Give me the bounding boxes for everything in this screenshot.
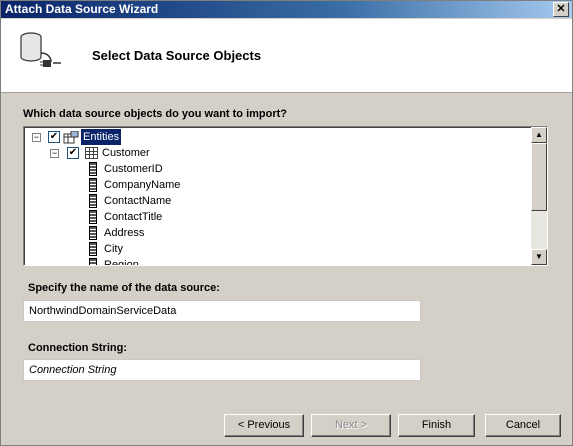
datasource-name-label: Specify the name of the data source: [28, 282, 220, 294]
connection-string-input[interactable]: Connection String [23, 359, 421, 381]
tree-node-customer[interactable]: − ✔ Customer [24, 145, 531, 161]
scroll-thumb[interactable] [531, 143, 547, 211]
tree-label-field[interactable]: Region [104, 257, 139, 265]
scroll-up-button[interactable]: ▲ [531, 127, 547, 143]
entities-checkbox[interactable]: ✔ [48, 131, 60, 143]
tree-label-field[interactable]: Address [104, 225, 144, 241]
tree-label-customer[interactable]: Customer [102, 145, 150, 161]
tree-label-entities[interactable]: Entities [81, 129, 122, 145]
wizard-header: Select Data Source Objects [1, 19, 572, 93]
tree-node-field[interactable]: Region [24, 257, 531, 265]
field-icon [89, 210, 97, 224]
tree-node-entities[interactable]: − ✔ Entities [24, 129, 531, 145]
tree-node-field[interactable]: ContactTitle [24, 209, 531, 225]
objects-label: Which data source objects do you want to… [23, 108, 288, 120]
table-icon [85, 147, 98, 159]
collapse-icon[interactable]: − [50, 149, 59, 158]
close-button[interactable]: ✕ [553, 2, 569, 17]
next-button[interactable]: Next > [311, 414, 391, 437]
previous-button[interactable]: < Previous [224, 414, 304, 437]
arrow-down-icon: ▼ [535, 252, 543, 261]
field-icon [89, 242, 97, 256]
tree-label-field[interactable]: ContactTitle [104, 209, 162, 225]
window-title: Attach Data Source Wizard [5, 2, 159, 16]
entities-icon [63, 131, 79, 144]
customer-checkbox[interactable]: ✔ [67, 147, 79, 159]
tree-node-field[interactable]: Address [24, 225, 531, 241]
database-plug-icon [20, 32, 61, 67]
scroll-down-button[interactable]: ▼ [531, 249, 547, 265]
arrow-up-icon: ▲ [535, 130, 543, 139]
tree-scrollbar[interactable]: ▲ ▼ [531, 127, 547, 265]
tree-label-field[interactable]: CustomerID [104, 161, 163, 177]
field-icon [89, 194, 97, 208]
field-icon [89, 226, 97, 240]
tree-node-field[interactable]: CustomerID [24, 161, 531, 177]
finish-button[interactable]: Finish [398, 414, 475, 437]
field-icon [89, 258, 97, 265]
close-icon: ✕ [556, 3, 566, 15]
tree-label-field[interactable]: City [104, 241, 123, 257]
field-icon [89, 162, 97, 176]
connection-string-label: Connection String: [28, 342, 127, 354]
title-bar[interactable]: Attach Data Source Wizard ✕ [1, 1, 572, 18]
tree-node-field[interactable]: City [24, 241, 531, 257]
tree-node-field[interactable]: CompanyName [24, 177, 531, 193]
collapse-icon[interactable]: − [32, 133, 41, 142]
cancel-button[interactable]: Cancel [485, 414, 561, 437]
tree-label-field[interactable]: CompanyName [104, 177, 180, 193]
wizard-window: Attach Data Source Wizard ✕ Select Data … [0, 0, 573, 446]
page-title: Select Data Source Objects [92, 48, 262, 63]
field-icon [89, 178, 97, 192]
tree-label-field[interactable]: ContactName [104, 193, 171, 209]
objects-tree[interactable]: − ✔ Entities − ✔ Customer CustomerID Com… [23, 126, 548, 266]
datasource-name-input[interactable]: NorthwindDomainServiceData [23, 300, 421, 322]
tree-node-field[interactable]: ContactName [24, 193, 531, 209]
